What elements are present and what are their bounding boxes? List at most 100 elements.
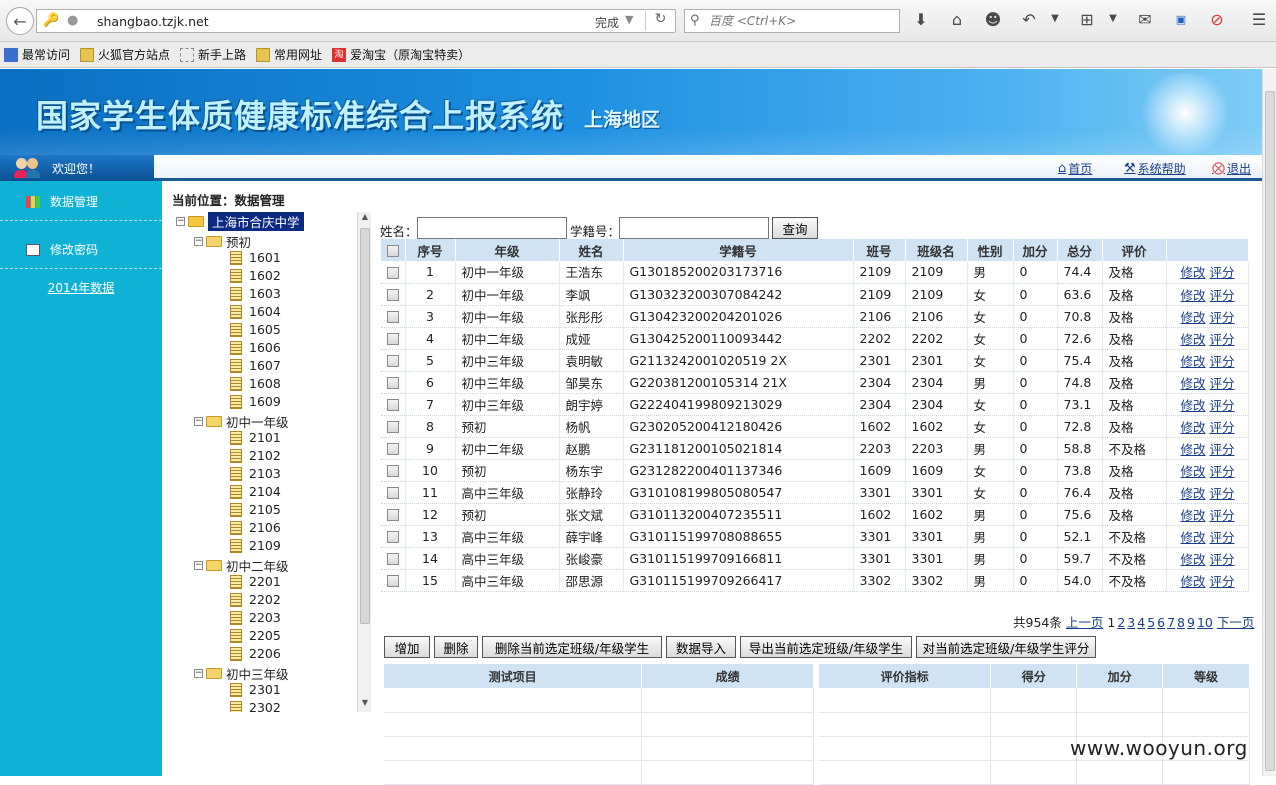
bookmark-most-visited[interactable]: 最常访问 <box>4 46 70 63</box>
delete-selected-button[interactable]: 删除当前选定班级/年级学生 <box>482 636 662 658</box>
bookmark-getting-started[interactable]: 新手上路 <box>180 46 246 63</box>
row-checkbox[interactable] <box>386 399 399 411</box>
row-checkbox[interactable] <box>386 443 399 455</box>
edit-link[interactable]: 修改 <box>1181 376 1206 391</box>
page-link[interactable]: 1 <box>1107 615 1115 630</box>
search-box[interactable]: ⚲ <box>684 9 900 33</box>
score-link[interactable]: 评分 <box>1210 265 1235 280</box>
edit-link[interactable]: 修改 <box>1181 486 1206 501</box>
menu-icon[interactable]: ☰ <box>1249 10 1269 29</box>
row-checkbox[interactable] <box>386 553 399 565</box>
crop-dropdown-icon[interactable]: ▼ <box>1103 13 1123 24</box>
score-selected-button[interactable]: 对当前选定班级/年级学生评分 <box>916 636 1096 658</box>
score-link[interactable]: 评分 <box>1210 288 1235 303</box>
name-input[interactable] <box>417 217 567 239</box>
export-button[interactable]: 导出当前选定班级/年级学生 <box>740 636 912 658</box>
page-link[interactable]: 5 <box>1147 615 1155 630</box>
row-select-cell[interactable] <box>381 503 406 526</box>
tree-node-class[interactable]: 1608 <box>230 376 281 391</box>
tree-node-class[interactable]: 1602 <box>230 268 281 283</box>
select-all-header[interactable] <box>381 239 406 261</box>
undo-icon[interactable]: ↶ <box>1019 10 1039 29</box>
tree-node-class[interactable]: 2202 <box>230 592 281 607</box>
score-link[interactable]: 评分 <box>1210 420 1235 435</box>
edit-link[interactable]: 修改 <box>1181 552 1206 567</box>
tree-node-class[interactable]: 2103 <box>230 466 281 481</box>
score-link[interactable]: 评分 <box>1210 530 1235 545</box>
url-dropdown-icon[interactable]: ▼ <box>625 13 633 26</box>
score-link[interactable]: 评分 <box>1210 464 1235 479</box>
page-link[interactable]: 7 <box>1167 615 1175 630</box>
tree-node-class[interactable]: 1605 <box>230 322 281 337</box>
row-select-cell[interactable] <box>381 415 406 438</box>
row-select-cell[interactable] <box>381 393 406 416</box>
chat-icon[interactable]: ✉ <box>1135 10 1155 29</box>
row-checkbox[interactable] <box>386 531 399 543</box>
row-select-cell[interactable] <box>381 327 406 350</box>
page-link[interactable]: 9 <box>1187 615 1195 630</box>
page-scrollbar[interactable] <box>1262 69 1276 776</box>
row-select-cell[interactable] <box>381 305 406 328</box>
row-checkbox[interactable] <box>386 289 399 301</box>
score-link[interactable]: 评分 <box>1210 354 1235 369</box>
page-link[interactable]: 2 <box>1117 615 1125 630</box>
page-link[interactable]: 10 <box>1197 615 1213 630</box>
tree-scroll-thumb[interactable] <box>360 228 370 624</box>
row-select-cell[interactable] <box>381 371 406 394</box>
help-link[interactable]: ⚒ 系统帮助 <box>1124 160 1186 177</box>
translate-icon[interactable]: ▣ <box>1171 13 1191 26</box>
reload-icon[interactable]: ↻ <box>645 11 675 31</box>
tree-node-class[interactable]: 1601 <box>230 250 281 265</box>
query-button[interactable]: 查询 <box>772 217 818 239</box>
score-link[interactable]: 评分 <box>1210 552 1235 567</box>
browser-search-input[interactable] <box>709 12 895 30</box>
tree-node-class[interactable]: 2206 <box>230 646 281 661</box>
collapse-icon[interactable]: − <box>194 561 203 570</box>
row-checkbox[interactable] <box>386 266 399 279</box>
score-link[interactable]: 评分 <box>1210 486 1235 501</box>
tree-node-class[interactable]: 2205 <box>230 628 281 643</box>
row-select-cell[interactable] <box>381 481 406 504</box>
block-icon[interactable]: ⊘ <box>1207 10 1227 29</box>
row-select-cell[interactable] <box>381 547 406 570</box>
tree-node-class[interactable]: 2201 <box>230 574 281 589</box>
row-checkbox[interactable] <box>386 333 399 345</box>
tree-node-class[interactable]: 1607 <box>230 358 281 373</box>
bookmark-common-sites[interactable]: 常用网址 <box>256 46 322 63</box>
tree-scrollbar[interactable]: ▲ ▼ <box>357 212 371 712</box>
edit-link[interactable]: 修改 <box>1181 442 1206 457</box>
tree-node-class[interactable]: 2105 <box>230 502 281 517</box>
home-link[interactable]: ⌂ 首页 <box>1058 160 1092 177</box>
edit-link[interactable]: 修改 <box>1181 332 1206 347</box>
row-select-cell[interactable] <box>381 283 406 306</box>
row-select-cell[interactable] <box>381 261 406 284</box>
tree-node-class[interactable]: 1603 <box>230 286 281 301</box>
tree-node-grade[interactable]: − 初中二年级 <box>194 556 289 575</box>
tree-node-class[interactable]: 2301 <box>230 682 281 697</box>
page-link[interactable]: 4 <box>1137 615 1145 630</box>
row-select-cell[interactable] <box>381 569 406 592</box>
scroll-down-icon[interactable]: ▼ <box>358 698 372 712</box>
edit-link[interactable]: 修改 <box>1181 508 1206 523</box>
tree-node-class[interactable]: 2102 <box>230 448 281 463</box>
row-checkbox[interactable] <box>386 355 399 367</box>
edit-link[interactable]: 修改 <box>1181 310 1206 325</box>
row-checkbox[interactable] <box>386 377 399 389</box>
scroll-up-icon[interactable]: ▲ <box>358 212 372 226</box>
score-link[interactable]: 评分 <box>1210 310 1235 325</box>
tree-node-class[interactable]: 2104 <box>230 484 281 499</box>
edit-link[interactable]: 修改 <box>1181 574 1206 589</box>
prev-page-link[interactable]: 上一页 <box>1066 615 1104 630</box>
row-checkbox[interactable] <box>386 487 399 499</box>
edit-link[interactable]: 修改 <box>1181 420 1206 435</box>
next-page-link[interactable]: 下一页 <box>1217 615 1255 630</box>
tree-node-class[interactable]: 2101 <box>230 430 281 445</box>
collapse-icon[interactable]: − <box>176 217 185 226</box>
row-checkbox[interactable] <box>386 311 399 323</box>
tree-node-class[interactable]: 2203 <box>230 610 281 625</box>
crop-icon[interactable]: ⊞ <box>1077 10 1097 29</box>
add-button[interactable]: 增加 <box>384 636 430 658</box>
row-checkbox[interactable] <box>386 465 399 477</box>
sidebar-item-change-password[interactable]: 修改密码 <box>0 231 162 269</box>
score-link[interactable]: 评分 <box>1210 332 1235 347</box>
